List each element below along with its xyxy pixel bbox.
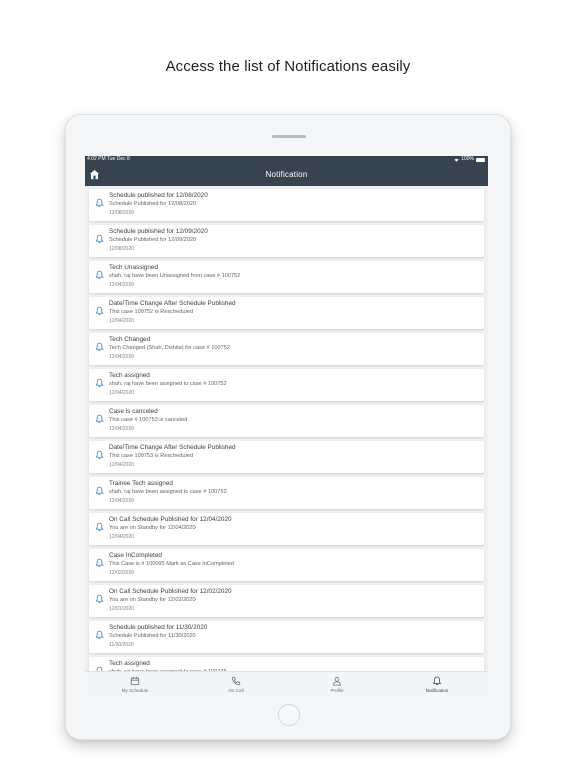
calendar-icon: [130, 676, 140, 686]
phone-icon: [231, 676, 241, 686]
notification-title: Tech Unassigned: [109, 264, 159, 271]
bell-icon: [95, 486, 104, 495]
page-caption: Access the list of Notifications easily: [165, 58, 411, 75]
notification-message: Schedule Published for 12/08/2020: [109, 201, 197, 207]
notification-message: shah, raj have been assigned to case # 1…: [109, 489, 227, 495]
tab-bar: My Schedule On Call Profile Notification: [85, 671, 488, 697]
notification-title: Date/Time Change After Schedule Publishe…: [109, 444, 236, 451]
notification-message: shah, raj have been Unassigned from case…: [109, 273, 241, 279]
notification-date: 12/04/2020: [109, 533, 135, 540]
bell-icon: [95, 522, 104, 531]
notification-item[interactable]: Case is canceled This case # 100753 is ca…: [89, 405, 484, 437]
tab-label: Profile: [330, 688, 344, 693]
tab-label: Notification: [425, 688, 449, 693]
notification-title: Date/Time Change After Schedule Publishe…: [109, 300, 236, 307]
notification-message: Schedule Published for 12/09/2020: [109, 237, 197, 243]
notification-date: 11/30/2020: [109, 641, 134, 648]
bell-icon: [95, 234, 104, 243]
notification-item[interactable]: Tech assigned shah, raj have been assigne…: [89, 369, 484, 401]
notification-date: 12/01/2020: [109, 605, 135, 612]
tab-profile[interactable]: Profile: [287, 672, 387, 697]
speaker-slot: [272, 135, 306, 138]
app-screen: 4:02 PM Tue Dec 8 100% Notification Sche…: [85, 156, 488, 697]
notification-item[interactable]: Date/Time Change After Schedule Publishe…: [89, 297, 484, 329]
bell-icon: [432, 676, 442, 685]
notification-item[interactable]: Case InCompleted This Case is # 100095 Ma…: [89, 549, 484, 581]
notification-date: 12/04/2020: [109, 353, 135, 360]
notification-message: shah, raj have been assigned to case # 1…: [109, 381, 227, 387]
battery-percent: 100%: [461, 156, 474, 162]
notification-title: On Call Schedule Published for 12/02/202…: [109, 588, 232, 595]
notification-title: Case is canceled: [109, 408, 158, 415]
bell-icon: [95, 558, 104, 567]
bell-icon: [95, 594, 104, 603]
notification-title: Schedule published for 11/30/2020: [109, 624, 208, 631]
notification-title: Schedule published for 12/08/2020: [109, 192, 208, 199]
notification-message: Schedule Published for 11/30/2020: [109, 633, 196, 639]
bell-icon: [95, 270, 104, 279]
tab-on-call[interactable]: On Call: [186, 672, 286, 697]
tab-my-schedule[interactable]: My Schedule: [85, 672, 185, 697]
bell-icon: [95, 342, 104, 351]
notification-date: 12/04/2020: [109, 497, 135, 504]
notification-title: Tech assigned: [109, 372, 150, 379]
notification-date: 12/04/2020: [109, 425, 135, 432]
notification-item[interactable]: Schedule published for 12/09/2020 Schedul…: [89, 225, 484, 257]
notification-title: Schedule published for 12/09/2020: [109, 228, 208, 235]
notification-date: 12/04/2020: [109, 389, 135, 396]
notification-date: 12/04/2020: [109, 317, 135, 324]
tablet-frame: 4:02 PM Tue Dec 8 100% Notification Sche…: [65, 114, 511, 740]
wifi-icon: [454, 158, 459, 162]
notification-title: Trainee Tech assigned: [109, 480, 173, 487]
bell-icon: [95, 630, 104, 639]
notification-title: On Call Schedule Published for 12/04/202…: [109, 516, 232, 523]
notification-message: Tech Changed (Shah, Dishita) for case # …: [109, 345, 230, 351]
notification-message: This case 100753 is Rescheduled: [109, 453, 193, 459]
notification-date: 12/02/2020: [109, 569, 135, 576]
bell-icon: [95, 198, 104, 207]
notification-title: Case InCompleted: [109, 552, 162, 559]
bell-icon: [95, 414, 104, 423]
notification-message: You are on Standby for 12/04/2020: [109, 525, 196, 531]
notification-message: You are on Standby for 12/02/2020: [109, 597, 196, 603]
notification-item[interactable]: On Call Schedule Published for 12/04/202…: [89, 513, 484, 545]
notification-item[interactable]: Tech assignedshah, raj have been assigne…: [89, 657, 484, 671]
notification-list[interactable]: Schedule published for 12/08/2020 Schedul…: [85, 186, 488, 671]
battery-icon: [476, 157, 485, 162]
notification-message: This case # 100753 is canceled: [109, 417, 188, 423]
notification-item[interactable]: Schedule published for 11/30/2020 Schedul…: [89, 621, 484, 653]
notification-date: 12/04/2020: [109, 461, 135, 468]
tab-notification[interactable]: Notification: [387, 672, 487, 697]
notification-title: Tech Changed: [109, 336, 151, 343]
notification-item[interactable]: Schedule published for 12/08/2020 Schedul…: [89, 189, 484, 221]
tab-label: My Schedule: [121, 688, 149, 693]
home-button[interactable]: [278, 704, 300, 726]
notification-item[interactable]: Tech Unassigned shah, raj have been Unass…: [89, 261, 484, 293]
tab-label: On Call: [228, 688, 244, 693]
user-icon: [333, 677, 341, 686]
notification-item[interactable]: Date/Time Change After Schedule Publishe…: [89, 441, 484, 473]
status-time: 4:02 PM Tue Dec 8: [87, 156, 130, 162]
notification-message: This Case is # 100095 Mark as Case InCom…: [109, 561, 234, 567]
notification-item[interactable]: On Call Schedule Published for 12/02/202…: [89, 585, 484, 617]
notification-title: Tech assigned: [109, 660, 150, 667]
notification-message: This case 100752 is Rescheduled: [109, 309, 193, 315]
bell-icon: [95, 306, 104, 315]
status-bar: 4:02 PM Tue Dec 8 100%: [85, 156, 488, 163]
notification-date: 12/04/2020: [109, 281, 135, 288]
bell-icon: [95, 450, 104, 459]
notification-item[interactable]: Tech Changed Tech Changed (Shah, Dishita)…: [89, 333, 484, 365]
page-title: Notification: [265, 170, 308, 179]
notification-date: 12/08/2020: [109, 245, 135, 252]
nav-bar: Notification: [85, 163, 488, 186]
bell-icon: [95, 378, 104, 387]
notification-date: 12/08/2020: [109, 209, 135, 216]
notification-item[interactable]: Trainee Tech assigned shah, raj have been…: [89, 477, 484, 509]
status-right: 100%: [454, 156, 485, 163]
